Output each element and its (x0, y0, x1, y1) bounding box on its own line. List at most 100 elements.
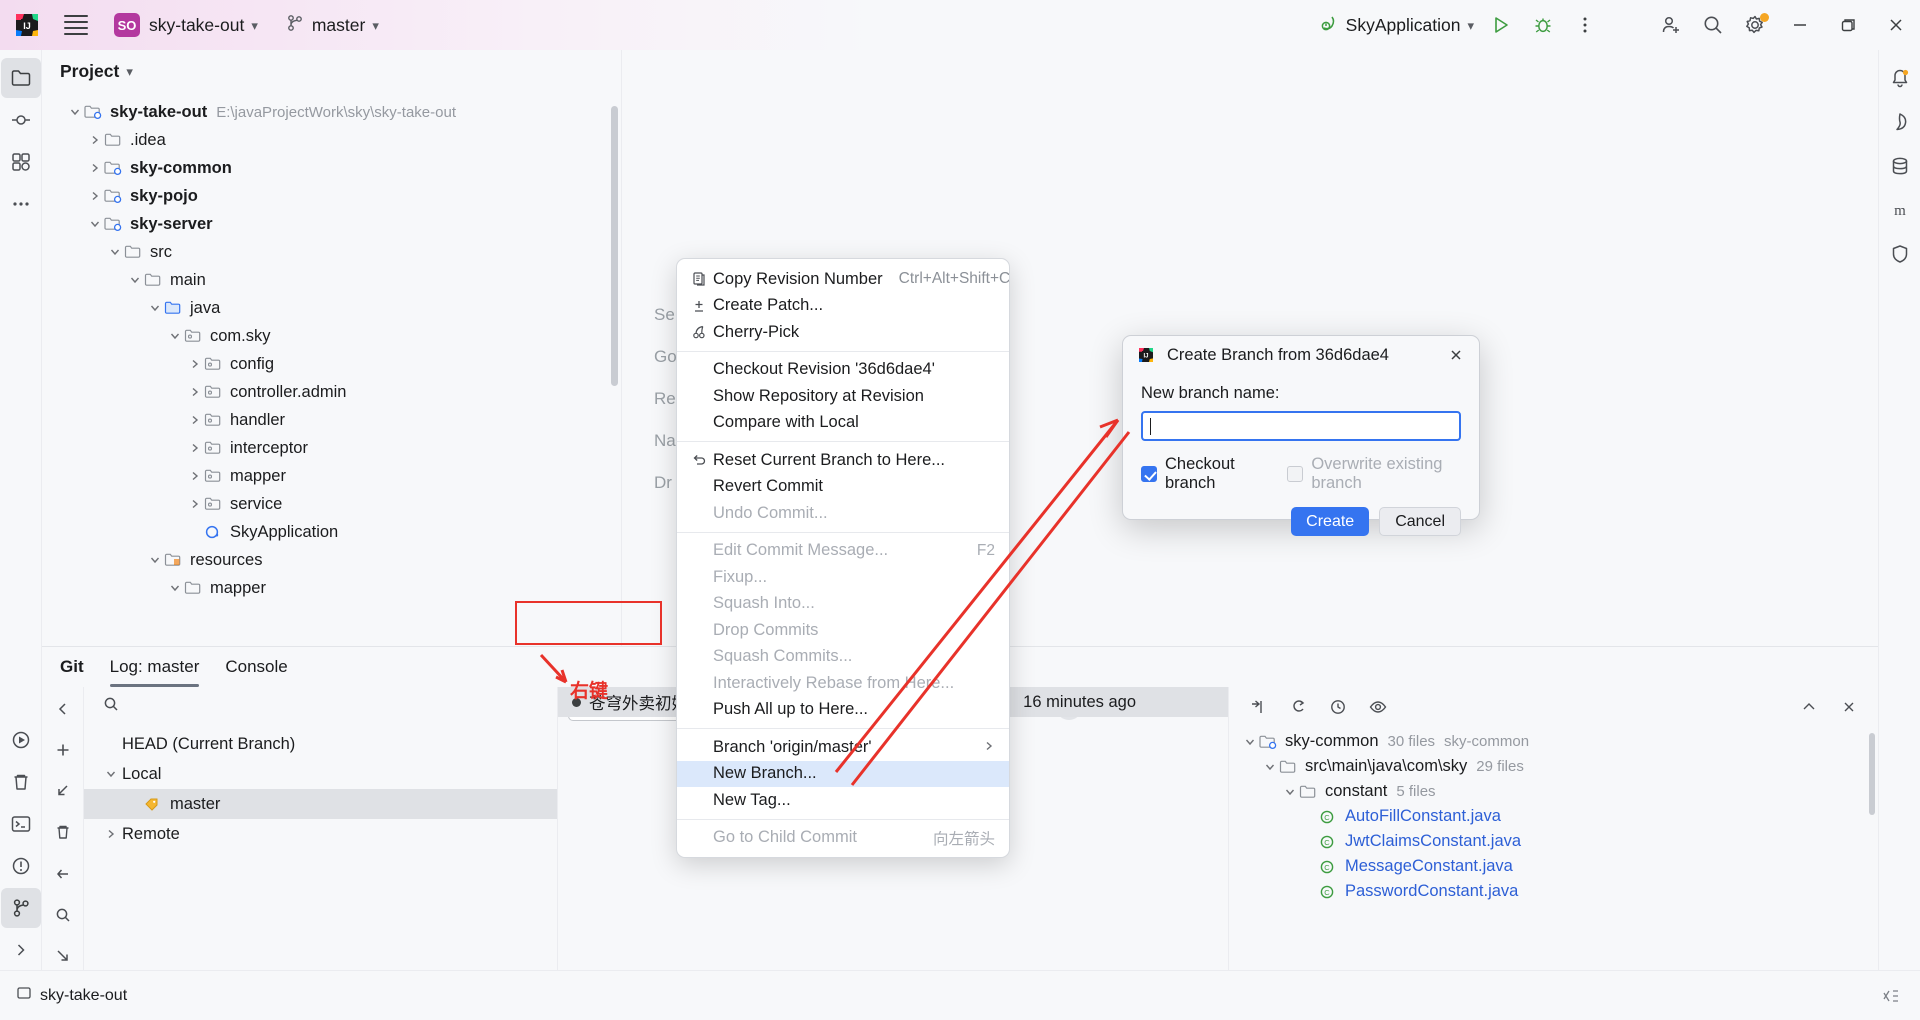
project-tree-row[interactable]: sky-take-out E:\javaProjectWork\sky\sky-t… (42, 98, 621, 126)
collapse-icon[interactable] (1283, 692, 1313, 722)
branch-list-item[interactable]: Remote (84, 819, 557, 849)
project-tree-row[interactable]: .idea (42, 126, 621, 154)
changed-file-row[interactable]: C JwtClaimsConstant.java (1229, 829, 1878, 854)
menu-item-copy-revision-number[interactable]: Copy Revision Number Ctrl+Alt+Shift+C (677, 266, 1009, 293)
problems-icon[interactable] (1, 846, 41, 886)
menu-item-compare-with-local[interactable]: Compare with Local (677, 410, 1009, 437)
chevron-down-icon[interactable] (126, 271, 144, 289)
chevron-down-icon[interactable]: ▾ (126, 65, 133, 78)
close-icon[interactable] (1834, 692, 1864, 722)
project-tree-row[interactable]: mapper (42, 574, 621, 602)
add-branch-icon[interactable] (43, 736, 83, 763)
trash-icon[interactable] (1, 762, 41, 802)
menu-item-new-branch[interactable]: New Branch... (677, 760, 1009, 787)
notifications-bell-icon[interactable] (1880, 58, 1920, 98)
branch-list-item[interactable]: Local (84, 759, 557, 789)
branch-list-item[interactable]: HEAD (Current Branch) (84, 729, 557, 759)
changed-file-row[interactable]: src\main\java\com\sky 29 files (1229, 754, 1878, 779)
chevron-down-icon[interactable] (86, 215, 104, 233)
run-configuration-selector[interactable]: SkyApplication ▾ (1318, 13, 1474, 38)
ai-assistant-icon[interactable] (1880, 102, 1920, 142)
collapse-left-icon[interactable] (43, 695, 83, 722)
changed-file-row[interactable]: constant 5 files (1229, 779, 1878, 804)
maven-m-icon[interactable]: m (1880, 190, 1920, 230)
project-tree-row[interactable]: java (42, 294, 621, 322)
overwrite-existing-branch-checkbox[interactable] (1287, 466, 1304, 482)
create-button[interactable]: Create (1291, 507, 1370, 536)
run-button[interactable] (1480, 4, 1522, 46)
chevron-down-icon[interactable] (146, 551, 164, 569)
git-tab-git[interactable]: Git (60, 647, 84, 687)
checkout-branch-checkbox[interactable] (1141, 466, 1157, 482)
expand-icon[interactable] (1243, 692, 1273, 722)
project-folder-icon[interactable] (0, 58, 41, 98)
changed-file-row[interactable]: C PasswordConstant.java (1229, 879, 1878, 904)
debug-button[interactable] (1522, 4, 1564, 46)
project-tree-row[interactable]: sky-common (42, 154, 621, 182)
history-icon[interactable] (1323, 692, 1353, 722)
database-icon[interactable] (1880, 146, 1920, 186)
menu-item-reset-current-branch-to-here[interactable]: Reset Current Branch to Here... (677, 447, 1009, 474)
more-options-button[interactable] (1564, 4, 1606, 46)
close-button[interactable] (1872, 0, 1920, 50)
project-tree-row[interactable]: sky-server (42, 210, 621, 238)
menu-item-show-repository-at-revision[interactable]: Show Repository at Revision (677, 383, 1009, 410)
chevron-right-icon[interactable] (86, 159, 104, 177)
arrow-down-right-icon[interactable] (43, 943, 83, 970)
project-tree-row[interactable]: sky-pojo (42, 182, 621, 210)
branch-list-item[interactable]: master (84, 789, 557, 819)
cancel-button[interactable]: Cancel (1379, 507, 1461, 536)
project-tree-row[interactable]: config (42, 350, 621, 378)
project-tree-row[interactable]: com.sky (42, 322, 621, 350)
project-panel-scrollbar[interactable] (611, 106, 618, 386)
settings-button[interactable] (1734, 4, 1776, 46)
chevron-right-icon[interactable] (186, 495, 204, 513)
arrow-down-left-icon[interactable] (43, 778, 83, 805)
maximize-button[interactable] (1824, 0, 1872, 50)
project-tree-row[interactable]: resources (42, 546, 621, 574)
menu-item-cherry-pick[interactable]: Cherry-Pick (677, 319, 1009, 346)
changed-file-row[interactable]: sky-common 30 files sky-common (1229, 729, 1878, 754)
chevron-right-icon[interactable] (86, 187, 104, 205)
project-tree-row[interactable]: service (42, 490, 621, 518)
git-tab-log-master[interactable]: Log: master (109, 647, 199, 687)
ide-status-icon[interactable] (1876, 981, 1906, 1011)
menu-item-revert-commit[interactable]: Revert Commit (677, 474, 1009, 501)
menu-item-push-all-up-to-here[interactable]: Push All up to Here... (677, 697, 1009, 724)
commit-icon[interactable] (1, 100, 41, 140)
chevron-right-icon[interactable] (186, 355, 204, 373)
project-tree-row[interactable]: mapper (42, 462, 621, 490)
chevron-right-icon[interactable] (186, 467, 204, 485)
run-panel-icon[interactable] (1, 720, 41, 760)
terminal-icon[interactable] (1, 804, 41, 844)
status-project-indicator[interactable]: sky-take-out (16, 985, 127, 1006)
hamburger-menu-icon[interactable] (64, 13, 88, 37)
changed-files-scrollbar[interactable] (1869, 733, 1875, 815)
chevron-right-icon[interactable] (186, 411, 204, 429)
new-branch-name-input[interactable] (1141, 411, 1461, 441)
branch-search-row[interactable] (84, 687, 557, 725)
menu-item-new-tag[interactable]: New Tag... (677, 787, 1009, 814)
changed-file-row[interactable]: C MessageConstant.java (1229, 854, 1878, 879)
chevron-down-icon[interactable] (106, 243, 124, 261)
arrow-left-icon[interactable] (43, 860, 83, 887)
chevron-down-icon[interactable]: ▾ (251, 19, 258, 32)
more-horizontal-icon[interactable] (1, 184, 41, 224)
chevron-down-icon[interactable] (102, 765, 120, 783)
project-tree-row[interactable]: interceptor (42, 434, 621, 462)
search-icon[interactable] (43, 901, 83, 928)
project-tree-row[interactable]: handler (42, 406, 621, 434)
chevron-up-icon[interactable] (1794, 692, 1824, 722)
chevron-right-icon[interactable] (186, 383, 204, 401)
chevron-right-icon[interactable] (186, 439, 204, 457)
chevron-right-icon[interactable] (1, 930, 41, 970)
chevron-down-icon[interactable] (146, 299, 164, 317)
chevron-down-icon[interactable] (166, 579, 184, 597)
project-name-label[interactable]: sky-take-out (149, 15, 244, 36)
menu-item-branch-origin-master[interactable]: Branch 'origin/master' (677, 734, 1009, 761)
minimize-button[interactable] (1776, 0, 1824, 50)
chevron-right-icon[interactable] (86, 131, 104, 149)
eye-icon[interactable] (1363, 692, 1393, 722)
project-tree-row[interactable]: SkyApplication (42, 518, 621, 546)
project-tree-row[interactable]: main (42, 266, 621, 294)
